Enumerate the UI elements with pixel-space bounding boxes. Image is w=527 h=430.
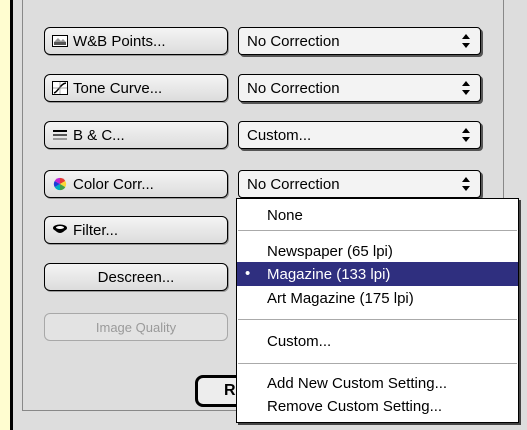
tone-curve-popup[interactable]: No Correction <box>238 74 481 102</box>
menu-item-none[interactable]: None <box>237 203 518 227</box>
wb-points-value: No Correction <box>247 32 340 50</box>
bc-popup[interactable]: Custom... <box>238 121 481 149</box>
menu-separator <box>238 230 517 231</box>
color-corr-button[interactable]: Color Corr... <box>44 170 228 198</box>
checkmark-icon: • <box>245 265 251 282</box>
tone-curve-icon <box>52 81 68 95</box>
image-quality-label: Image Quality <box>95 319 177 335</box>
tone-curve-button[interactable]: Tone Curve... <box>44 74 228 102</box>
menu-item-label: Remove Custom Setting... <box>267 397 443 415</box>
bc-label: B & C... <box>73 126 125 144</box>
menu-item-label: Newspaper (65 lpi) <box>267 242 393 260</box>
menu-separator <box>238 319 517 320</box>
popup-arrows-icon <box>462 81 470 95</box>
menu-item-label: Art Magazine (175 lpi) <box>267 289 414 307</box>
descreen-label: Descreen... <box>97 268 175 286</box>
bc-button[interactable]: B & C... <box>44 121 228 149</box>
color-corr-value: No Correction <box>247 175 340 193</box>
brightness-contrast-icon <box>53 130 67 140</box>
wb-points-icon <box>52 35 68 47</box>
color-corr-popup[interactable]: No Correction <box>238 170 481 198</box>
descreen-menu: None Newspaper (65 lpi) • Magazine (133 … <box>236 198 519 423</box>
menu-item-custom[interactable]: Custom... <box>237 329 518 353</box>
popup-arrows-icon <box>462 34 470 48</box>
wb-points-popup[interactable]: No Correction <box>238 27 481 55</box>
filter-icon <box>53 224 67 233</box>
bc-value: Custom... <box>247 126 312 144</box>
menu-item-label: None <box>267 206 303 224</box>
filter-button[interactable]: Filter... <box>44 216 228 244</box>
menu-item-newspaper[interactable]: Newspaper (65 lpi) <box>237 239 518 263</box>
tone-curve-label: Tone Curve... <box>73 79 163 97</box>
menu-item-art-magazine[interactable]: Art Magazine (175 lpi) <box>237 286 518 310</box>
popup-arrows-icon <box>462 177 470 191</box>
menu-item-label: Magazine (133 lpi) <box>267 265 391 283</box>
menu-item-magazine[interactable]: • Magazine (133 lpi) <box>237 262 518 286</box>
menu-item-remove-custom-setting[interactable]: Remove Custom Setting... <box>237 394 518 418</box>
popup-arrows-icon <box>462 128 470 142</box>
tone-curve-value: No Correction <box>247 79 340 97</box>
color-corr-label: Color Corr... <box>73 175 154 193</box>
filter-label: Filter... <box>73 221 119 239</box>
wb-points-button[interactable]: W&B Points... <box>44 27 228 55</box>
menu-item-label: Add New Custom Setting... <box>267 374 448 392</box>
wb-points-label: W&B Points... <box>73 32 166 50</box>
menu-separator <box>238 363 517 364</box>
menu-item-add-custom-setting[interactable]: Add New Custom Setting... <box>237 371 518 395</box>
reset-button-label: R <box>224 382 236 399</box>
color-wheel-icon <box>53 177 67 191</box>
menu-item-label: Custom... <box>267 332 332 350</box>
descreen-button[interactable]: Descreen... <box>44 263 228 291</box>
image-quality-button: Image Quality <box>44 313 228 341</box>
